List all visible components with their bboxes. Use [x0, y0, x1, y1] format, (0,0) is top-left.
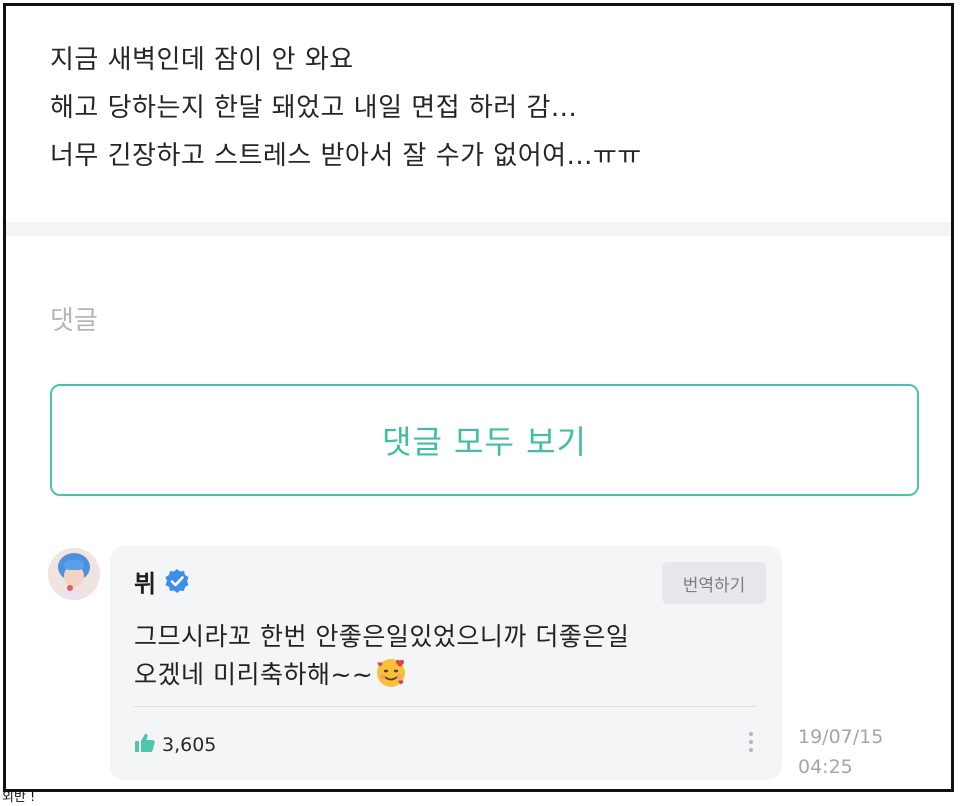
post-line: 지금 새벽인데 잠이 안 와요	[50, 45, 354, 75]
comment-text: 그므시라꼬 한번 안좋은일있었으니까 더좋은일 오겠네 미리축하해~~	[134, 618, 629, 694]
cropped-caption: 외반 !	[2, 790, 36, 805]
card-divider	[134, 706, 756, 707]
view-all-comments-button[interactable]: 댓글 모두 보기	[50, 384, 919, 496]
post-body: 지금 새벽인데 잠이 안 와요 해고 당하는지 한달 돼었고 내일 면접 하러 …	[50, 36, 642, 180]
comment-line-text: 오겠네 미리축하해~~	[134, 660, 374, 689]
comment-timestamp: 19/07/15 04:25	[798, 722, 883, 782]
translate-button[interactable]: 번역하기	[662, 562, 766, 604]
avatar[interactable]	[48, 548, 100, 600]
comment-time: 04:25	[798, 756, 853, 778]
vertical-ellipsis-icon[interactable]	[746, 730, 756, 758]
like-count: 3,605	[162, 734, 217, 756]
like-button[interactable]: 3,605	[134, 732, 216, 758]
section-divider	[6, 222, 951, 236]
comment-card: 뷔 번역하기 그므시라꼬 한번 안좋은일있었으니까 더좋은일 오겠네 미리축하해…	[110, 546, 782, 780]
comment-date: 19/07/15	[798, 726, 884, 748]
verified-check-icon	[164, 568, 190, 594]
comment-line: 오겠네 미리축하해~~	[134, 656, 629, 694]
author-row: 뷔	[134, 564, 190, 598]
comment-line: 그므시라꼬 한번 안좋은일있었으니까 더좋은일	[134, 622, 630, 651]
thumbs-up-icon	[134, 732, 156, 758]
smiling-face-with-hearts-icon	[375, 657, 407, 689]
screenshot-frame: 지금 새벽인데 잠이 안 와요 해고 당하는지 한달 돼었고 내일 면접 하러 …	[3, 3, 954, 792]
comments-heading: 댓글	[50, 306, 98, 336]
post-line: 너무 긴장하고 스트레스 받아서 잘 수가 없어여...ㅠㅠ	[50, 141, 642, 171]
author-name[interactable]: 뷔	[134, 564, 156, 599]
post-line: 해고 당하는지 한달 돼었고 내일 면접 하러 감...	[50, 93, 578, 123]
